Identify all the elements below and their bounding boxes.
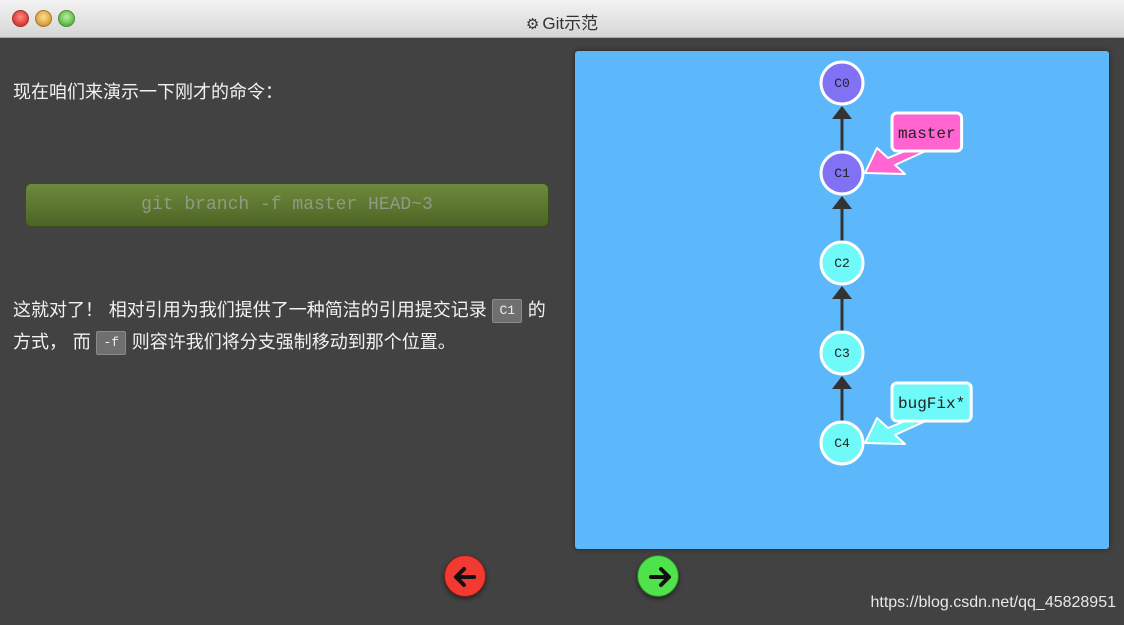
lesson-explanation: 这就对了！ 相对引用为我们提供了一种简洁的引用提交记录 C1 的方式， 而 -f…	[13, 295, 553, 359]
commit-graph: master bugFix* C0 C1 C2 C3 C4	[819, 60, 973, 466]
explain-text-3: 则容许我们将分支强制移动到那个位置。	[126, 332, 456, 353]
branch-label: bugFix*	[898, 395, 965, 413]
commit-edge-arrow	[832, 376, 852, 389]
back-button[interactable]	[444, 555, 486, 597]
command-button[interactable]: git branch -f master HEAD~3	[25, 183, 549, 227]
branch-label: master	[898, 125, 956, 143]
arrow-left-icon	[454, 567, 476, 587]
window-titlebar: ⚙ Git示范	[0, 0, 1124, 38]
commit-label: C2	[834, 256, 850, 271]
window-title: ⚙ Git示范	[0, 9, 1124, 34]
watermark-url: https://blog.csdn.net/qq_45828951	[870, 594, 1116, 611]
commit-edge-arrow	[832, 106, 852, 119]
commit-label: C1	[834, 166, 850, 181]
explain-text-1: 这就对了！ 相对引用为我们提供了一种简洁的引用提交记录	[13, 300, 493, 321]
gear-icon: ⚙	[525, 16, 540, 33]
git-graph-panel: master bugFix* C0 C1 C2 C3 C4	[575, 51, 1109, 549]
window-title-text: Git示范	[542, 14, 599, 33]
lesson-intro-text: 现在咱们来演示一下刚才的命令：	[13, 82, 283, 103]
code-chip-c1: C1	[492, 299, 523, 323]
arrow-right-icon	[649, 567, 671, 587]
commit-label: C3	[834, 346, 850, 361]
code-chip-force-flag: -f	[96, 331, 127, 355]
commit-edge-arrow	[832, 196, 852, 209]
next-button[interactable]	[637, 555, 679, 597]
commit-edge-arrow	[832, 286, 852, 299]
commit-label: C4	[834, 436, 850, 451]
commit-label: C0	[834, 76, 850, 91]
